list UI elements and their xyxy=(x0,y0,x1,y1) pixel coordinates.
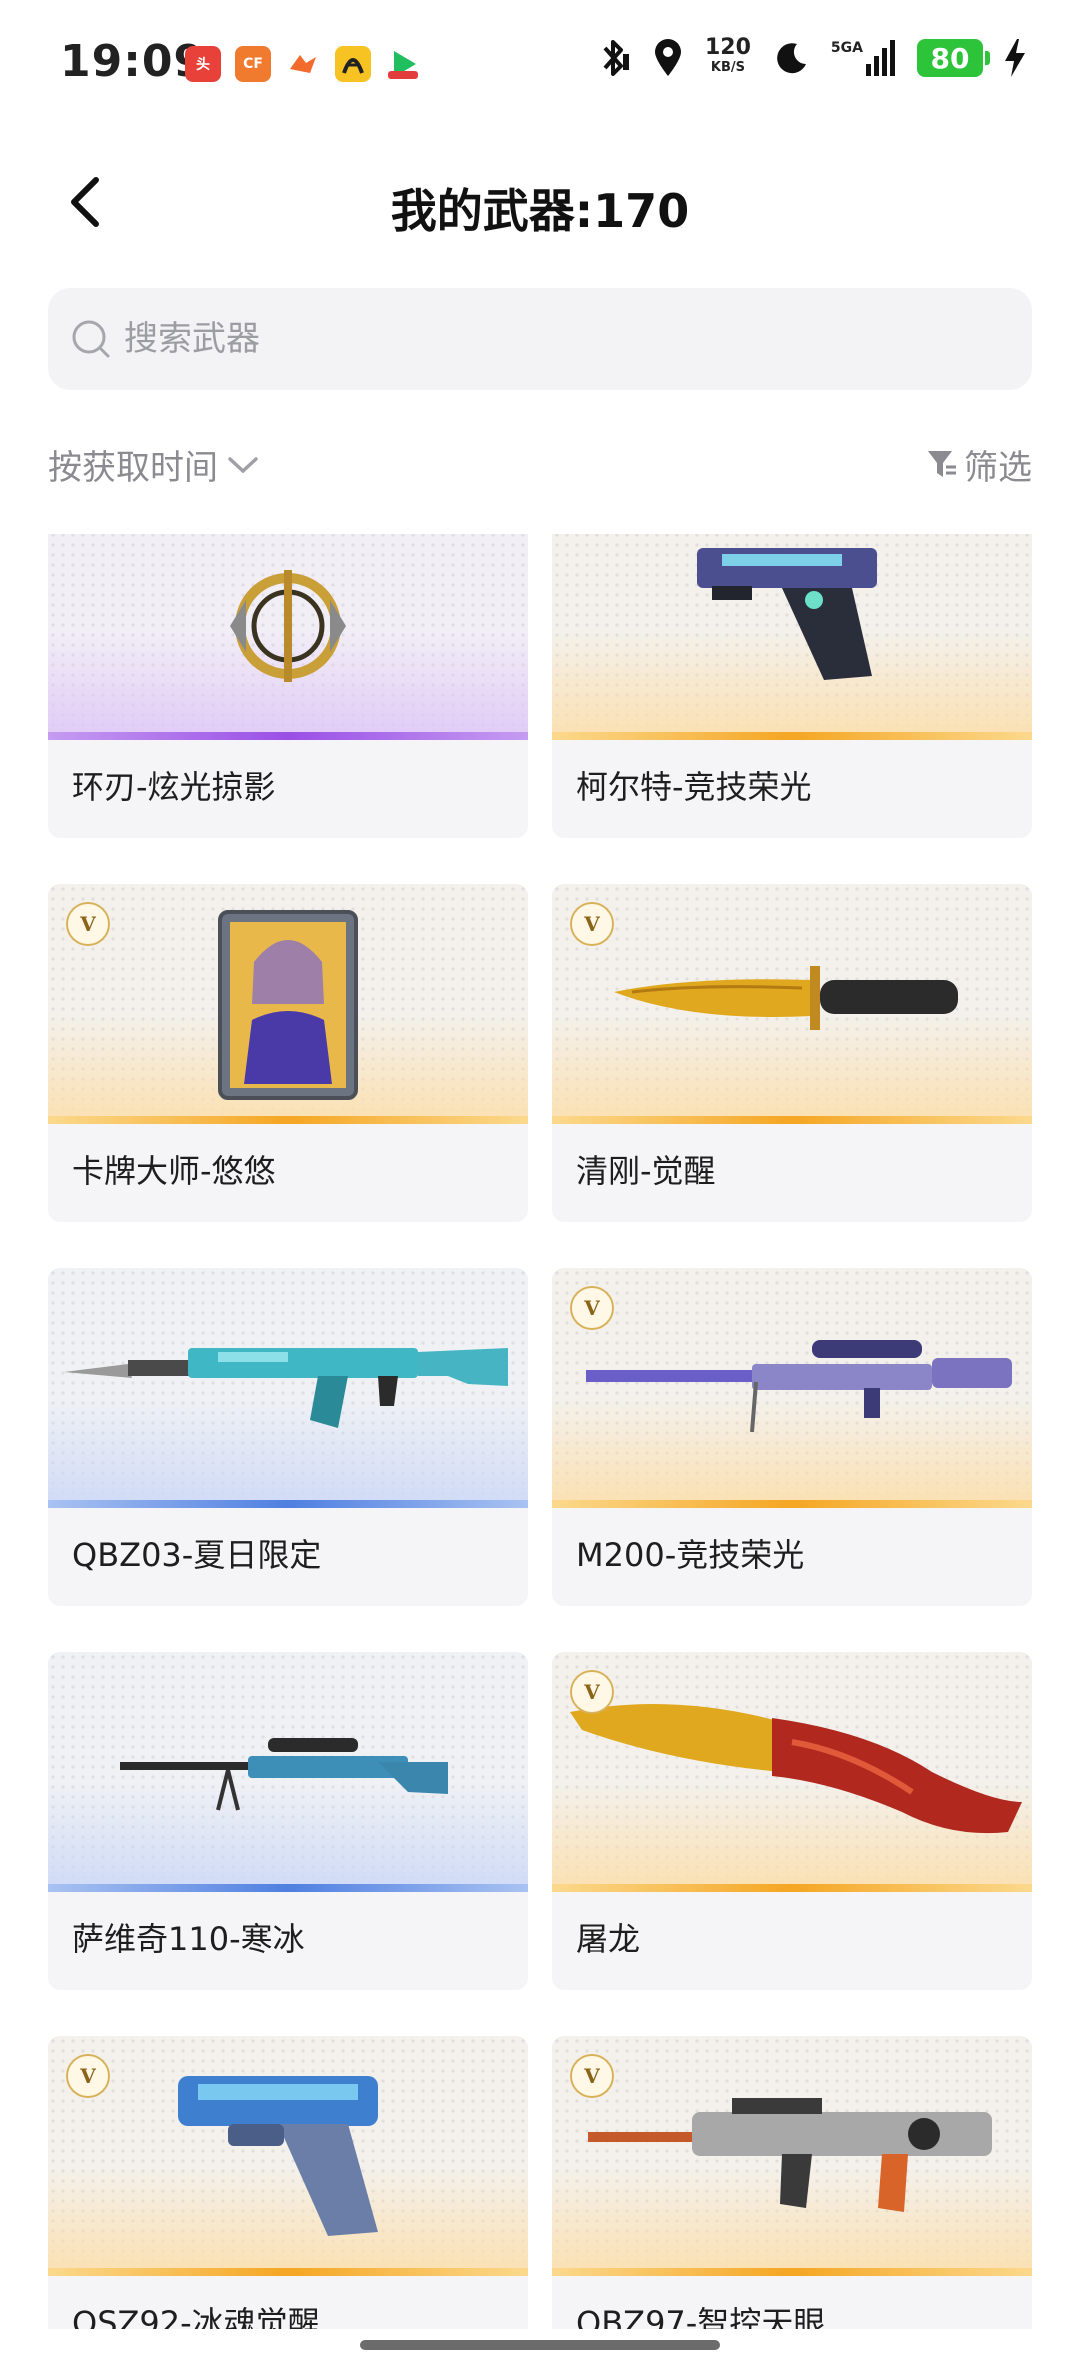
search-icon xyxy=(72,320,110,358)
status-right-icons: 120 KB/S 5GA 80 xyxy=(597,35,1025,78)
filter-funnel-icon xyxy=(928,450,956,477)
video-app-icon xyxy=(385,46,421,82)
weapon-name: M200-竞技荣光 xyxy=(576,1536,805,1574)
a-app-icon xyxy=(335,46,371,82)
sniper-rifle-weapon-image xyxy=(586,1340,1012,1433)
notification-icons: 头 CF xyxy=(185,46,421,82)
weapon-card[interactable]: V 卡牌大师-悠悠 xyxy=(48,884,528,1222)
weapon-grid: 环刃-炫光掠影 柯尔特-竞技荣光 V 卡牌大师-悠悠 V 清刚-觉醒 QBZ03… xyxy=(0,534,1080,2329)
location-icon xyxy=(654,39,681,76)
v-badge-icon: V xyxy=(66,902,110,946)
weapon-name: 柯尔特-竞技荣光 xyxy=(576,768,812,806)
v-badge-icon: V xyxy=(66,2054,110,2098)
home-indicator[interactable] xyxy=(360,2340,720,2350)
toutiao-app-icon: 头 xyxy=(185,46,221,82)
rifle-weapon-image xyxy=(64,1348,508,1428)
v-badge-icon: V xyxy=(570,1286,614,1330)
weapon-card[interactable]: V M200-竞技荣光 xyxy=(552,1268,1032,1606)
weapon-name: QBZ97-智控天眼 xyxy=(576,2304,826,2329)
v-badge-icon: V xyxy=(570,902,614,946)
weapon-card[interactable]: V QSZ92-冰魂觉醒 xyxy=(48,2036,528,2329)
do-not-disturb-moon-icon xyxy=(777,43,806,74)
sniper-rifle-weapon-image xyxy=(120,1738,448,1811)
pistol-weapon-image xyxy=(178,2076,378,2236)
dragon-blade-weapon-image xyxy=(570,1704,1022,1834)
v-badge-icon: V xyxy=(570,2054,614,2098)
status-time: 19:09 xyxy=(60,36,206,87)
weapon-name: 萨维奇110-寒冰 xyxy=(72,1920,305,1958)
status-bar: 19:09 头 CF 120 KB/S 5GA 80 xyxy=(0,0,1080,120)
filter-label: 筛选 xyxy=(964,448,1032,488)
chevron-down-icon xyxy=(228,456,258,473)
filter-button[interactable]: 筛选 xyxy=(926,440,1032,489)
bluetooth-icon xyxy=(603,40,629,76)
pistol-weapon-image xyxy=(697,548,877,680)
weapon-card[interactable]: 萨维奇110-寒冰 xyxy=(48,1652,528,1990)
search-bar[interactable] xyxy=(48,288,1032,390)
search-input[interactable] xyxy=(122,318,986,360)
weapon-name: 清刚-觉醒 xyxy=(576,1152,716,1190)
network-speed: 120 KB/S xyxy=(704,35,751,76)
knife-weapon-image xyxy=(614,966,958,1030)
weapon-name: 屠龙 xyxy=(576,1920,641,1958)
ring-blade-weapon-image xyxy=(230,570,346,682)
weapon-name: QSZ92-冰魂觉醒 xyxy=(72,2304,320,2329)
weapon-card[interactable]: V QBZ97-智控天眼 xyxy=(552,2036,1032,2329)
cf-app-icon: CF xyxy=(235,46,271,82)
cellular-signal-icon: 5GA xyxy=(831,40,895,76)
weapon-card[interactable]: V 清刚-觉醒 xyxy=(552,884,1032,1222)
weapon-name: QBZ03-夏日限定 xyxy=(72,1536,322,1574)
weapon-card[interactable]: V 屠龙 xyxy=(552,1652,1032,1990)
weapon-name: 卡牌大师-悠悠 xyxy=(72,1152,276,1190)
weapon-card[interactable]: QBZ03-夏日限定 xyxy=(48,1268,528,1606)
sort-label: 按获取时间 xyxy=(48,448,218,488)
weapon-card[interactable]: 环刃-炫光掠影 xyxy=(48,534,528,838)
page-title: 我的武器:170 xyxy=(390,184,690,238)
bullpup-rifle-weapon-image xyxy=(588,2098,992,2212)
sort-dropdown[interactable]: 按获取时间 xyxy=(48,440,260,489)
v-badge-icon: V xyxy=(570,1670,614,1714)
weapon-card[interactable]: 柯尔特-竞技荣光 xyxy=(552,534,1032,838)
weapon-name: 环刃-炫光掠影 xyxy=(72,768,276,806)
battery-indicator: 80 xyxy=(917,39,990,77)
charging-bolt-icon xyxy=(1005,39,1025,77)
game-app-icon xyxy=(285,46,321,82)
character-card-image xyxy=(218,910,358,1100)
